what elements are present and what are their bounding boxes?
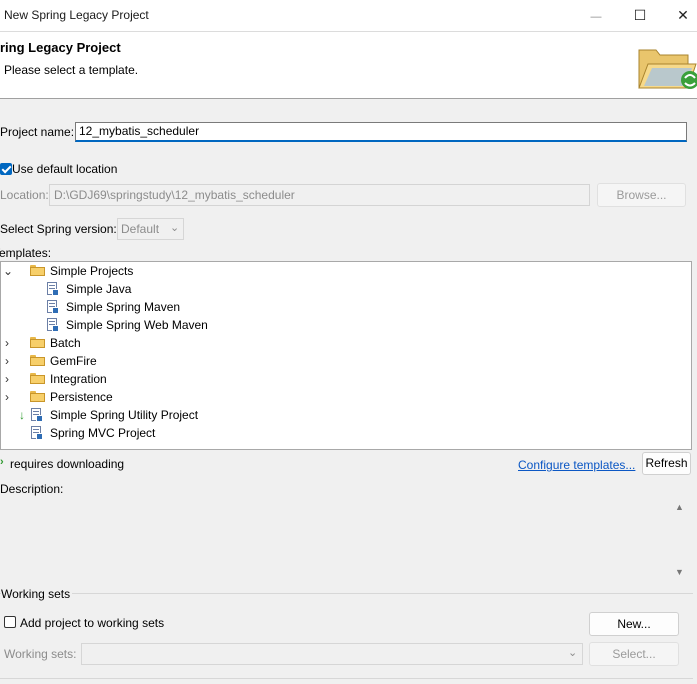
tree-item-label: Simple Projects [50,264,134,278]
chevron-down-icon: ⌄ [568,647,578,659]
download-arrow-icon: › [0,456,4,468]
maximize-icon: ☐ [633,7,647,23]
folder-icon [30,355,45,366]
tree-item-simple-spring-maven[interactable]: Simple Spring Maven [1,298,691,316]
folder-icon [30,337,45,348]
tree-item-label: Simple Spring Web Maven [66,318,208,332]
minimize-button[interactable]: — [573,0,619,31]
tree-item-simple-java[interactable]: Simple Java [1,280,691,298]
add-to-working-sets-label: Add project to working sets [20,616,165,630]
tree-item-label: Simple Spring Utility Project [50,408,199,422]
select-working-sets-button[interactable]: Select... [589,642,679,666]
templates-label: Templates: [0,246,52,260]
chevron-right-icon[interactable]: › [5,370,9,388]
tree-item-spring-mvc-project[interactable]: Spring MVC Project [1,424,691,442]
template-icon [46,300,59,314]
template-icon [46,282,59,296]
tree-item-batch[interactable]: › Batch [1,334,691,352]
wizard-message: Please select a template. [4,63,139,77]
scroll-up-icon[interactable]: ▲ [675,502,684,512]
tree-item-simple-spring-web-maven[interactable]: Simple Spring Web Maven [1,316,691,334]
tree-item-label: Simple Java [66,282,132,296]
browse-button[interactable]: Browse... [597,183,686,207]
refresh-button[interactable]: Refresh [642,452,691,475]
tree-item-label: Persistence [50,390,113,404]
template-icon [30,426,43,440]
template-icon [46,318,59,332]
working-sets-group [0,593,693,679]
tree-item-label: Integration [50,372,107,386]
add-to-working-sets-checkbox[interactable] [4,616,16,628]
spring-version-select[interactable]: Default ⌄ [117,218,184,240]
description-label: Description: [0,482,64,496]
templates-tree[interactable]: ⌄ Simple Projects Simple Java Simple Spr… [0,261,692,450]
tree-item-persistence[interactable]: › Persistence [1,388,691,406]
download-arrow-icon: ↓ [19,408,25,422]
close-button[interactable]: ✕ [660,0,697,31]
window-title: New Spring Legacy Project [4,8,149,22]
requires-downloading-label: requires downloading [10,457,125,471]
chevron-right-icon[interactable]: › [5,334,9,352]
chevron-right-icon[interactable]: › [5,388,9,406]
working-sets-select[interactable]: ⌄ [81,643,583,665]
title-bar: New Spring Legacy Project — ☐ ✕ [0,0,697,32]
project-name-label: Project name: [0,125,75,139]
tree-item-simple-spring-utility-project[interactable]: ↓ Simple Spring Utility Project [1,406,691,424]
description-area [0,498,688,580]
maximize-button[interactable]: ☐ [617,0,663,31]
tree-item-label: Simple Spring Maven [66,300,181,314]
tree-item-simple-projects[interactable]: ⌄ Simple Projects [1,262,691,280]
location-input[interactable]: D:\GDJ69\springstudy\12_mybatis_schedule… [49,184,590,206]
template-icon [30,408,43,422]
wizard-banner: ring Legacy Project Please select a temp… [0,32,697,99]
wizard-title: ring Legacy Project [0,40,121,55]
use-default-location-label: Use default location [12,162,118,176]
working-sets-group-label: Working sets [1,587,73,601]
chevron-down-icon[interactable]: ⌄ [3,262,13,280]
project-name-input[interactable]: 12_mybatis_scheduler [75,122,687,142]
minimize-icon: — [590,11,602,23]
folder-icon [30,391,45,402]
folder-icon [30,265,45,276]
tree-item-label: GemFire [50,354,97,368]
working-sets-label: Working sets: [4,647,77,661]
close-icon: ✕ [677,7,689,23]
description-scrollbar[interactable]: ▲ ▼ [672,500,686,580]
spring-version-label: Select Spring version: [0,222,117,236]
folder-icon [30,373,45,384]
tree-item-label: Spring MVC Project [50,426,156,440]
wizard-banner-icon [638,49,697,89]
spring-version-value: Default [121,222,160,236]
scroll-down-icon[interactable]: ▼ [675,567,684,577]
new-working-set-button[interactable]: New... [589,612,679,636]
chevron-down-icon: ⌄ [170,222,180,234]
use-default-location-checkbox[interactable] [0,163,12,175]
chevron-right-icon[interactable]: › [5,352,9,370]
tree-item-label: Batch [50,336,81,350]
location-label: Location: [0,188,49,202]
tree-item-integration[interactable]: › Integration [1,370,691,388]
tree-item-gemfire[interactable]: › GemFire [1,352,691,370]
configure-templates-link[interactable]: Configure templates... [518,458,635,472]
